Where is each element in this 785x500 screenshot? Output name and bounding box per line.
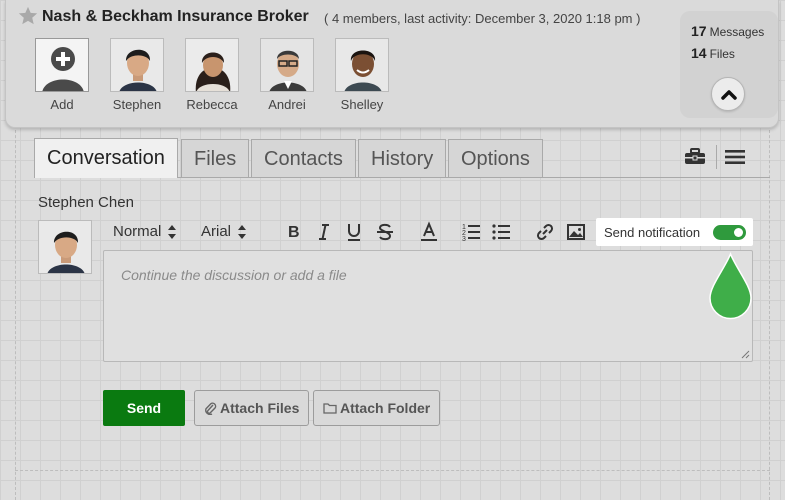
add-member-icon[interactable]	[35, 38, 89, 92]
ordered-list-icon: 123	[462, 224, 480, 243]
send-notification-control: Send notification	[596, 218, 753, 246]
text-color-button[interactable]	[418, 221, 440, 243]
select-arrows-icon	[168, 225, 177, 239]
tab-contacts[interactable]: Contacts	[251, 139, 356, 177]
files-stat[interactable]: 14 Files	[691, 45, 735, 61]
tab-options[interactable]: Options	[448, 139, 543, 177]
member-shelley[interactable]: Shelley	[327, 38, 397, 112]
member-name: Andrei	[268, 97, 306, 112]
member-stephen[interactable]: Stephen	[102, 38, 172, 112]
tab-files[interactable]: Files	[181, 139, 250, 177]
folder-icon	[323, 403, 337, 414]
drop-marker-icon	[709, 252, 752, 320]
insert-image-button[interactable]	[565, 221, 587, 243]
member-rebecca[interactable]: Rebecca	[177, 38, 247, 112]
ordered-list-button[interactable]: 123	[461, 221, 483, 243]
collapse-header-button[interactable]	[711, 77, 745, 111]
files-label: Files	[709, 47, 735, 61]
avatar[interactable]	[185, 38, 239, 92]
attach-folder-button[interactable]: Attach Folder	[313, 390, 441, 426]
avatar	[38, 220, 92, 274]
send-notification-toggle[interactable]	[713, 225, 746, 240]
attach-folder-label: Attach Folder	[340, 400, 431, 416]
files-count: 14	[691, 45, 707, 61]
member-name: Stephen	[112, 97, 162, 112]
avatar[interactable]	[260, 38, 314, 92]
tab-conversation[interactable]: Conversation	[34, 138, 178, 178]
strikethrough-button[interactable]	[374, 221, 396, 243]
strikethrough-icon	[377, 223, 393, 241]
send-button[interactable]: Send	[103, 390, 185, 426]
send-notification-label: Send notification	[604, 225, 701, 240]
message-editor[interactable]: Continue the discussion or add a file	[103, 250, 753, 362]
underline-button[interactable]	[343, 221, 365, 243]
messages-count: 17	[691, 23, 707, 39]
bold-button[interactable]: B	[283, 221, 305, 243]
underline-icon	[348, 224, 360, 241]
avatar[interactable]	[335, 38, 389, 92]
paragraph-format-select[interactable]: Normal	[113, 223, 177, 240]
select-arrows-icon	[238, 225, 247, 239]
bullet-list-icon	[492, 224, 510, 240]
attach-files-button[interactable]: Attach Files	[194, 390, 310, 426]
hamburger-menu-icon[interactable]	[725, 149, 745, 165]
messages-label: Messages	[709, 25, 765, 39]
member-name: Add	[50, 97, 74, 112]
tab-history[interactable]: History	[358, 139, 447, 177]
avatar[interactable]	[110, 38, 164, 92]
text-color-icon	[421, 221, 437, 241]
layout-guide	[15, 120, 16, 500]
toolbar-divider	[716, 145, 717, 169]
member-name: Rebecca	[186, 97, 238, 112]
member-andrei[interactable]: Andrei	[252, 38, 322, 112]
font-family-value: Arial	[201, 223, 232, 240]
workspace-meta: ( 4 members, last activity: December 3, …	[324, 11, 641, 26]
author-name: Stephen Chen	[38, 194, 134, 211]
member-name: Shelley	[340, 97, 384, 112]
italic-icon	[319, 224, 329, 240]
link-icon	[536, 223, 554, 241]
attach-files-label: Attach Files	[220, 400, 300, 416]
stats-panel: 17 Messages 14 Files	[680, 11, 778, 118]
font-family-select[interactable]: Arial	[201, 223, 247, 240]
bullet-list-button[interactable]	[491, 221, 513, 243]
star-icon[interactable]	[17, 5, 39, 27]
svg-text:3: 3	[462, 236, 466, 243]
layout-guide	[15, 470, 770, 471]
bold-icon: B	[288, 224, 300, 241]
svg-text:B: B	[288, 224, 300, 241]
chevron-up-icon	[721, 90, 737, 100]
paperclip-icon	[205, 402, 217, 415]
editor-placeholder: Continue the discussion or add a file	[121, 267, 347, 283]
workspace-title: Nash & Beckham Insurance Broker	[42, 8, 309, 25]
toggle-knob	[734, 228, 743, 237]
briefcase-icon[interactable]	[684, 148, 706, 166]
messages-stat[interactable]: 17 Messages	[691, 23, 764, 39]
resize-grip-icon[interactable]	[741, 350, 750, 359]
image-icon	[567, 224, 585, 240]
member-add[interactable]: Add	[27, 38, 97, 112]
workspace-header: Nash & Beckham Insurance Broker ( 4 memb…	[5, 0, 779, 128]
paragraph-format-value: Normal	[113, 223, 162, 240]
italic-button[interactable]	[313, 221, 335, 243]
insert-link-button[interactable]	[534, 221, 556, 243]
